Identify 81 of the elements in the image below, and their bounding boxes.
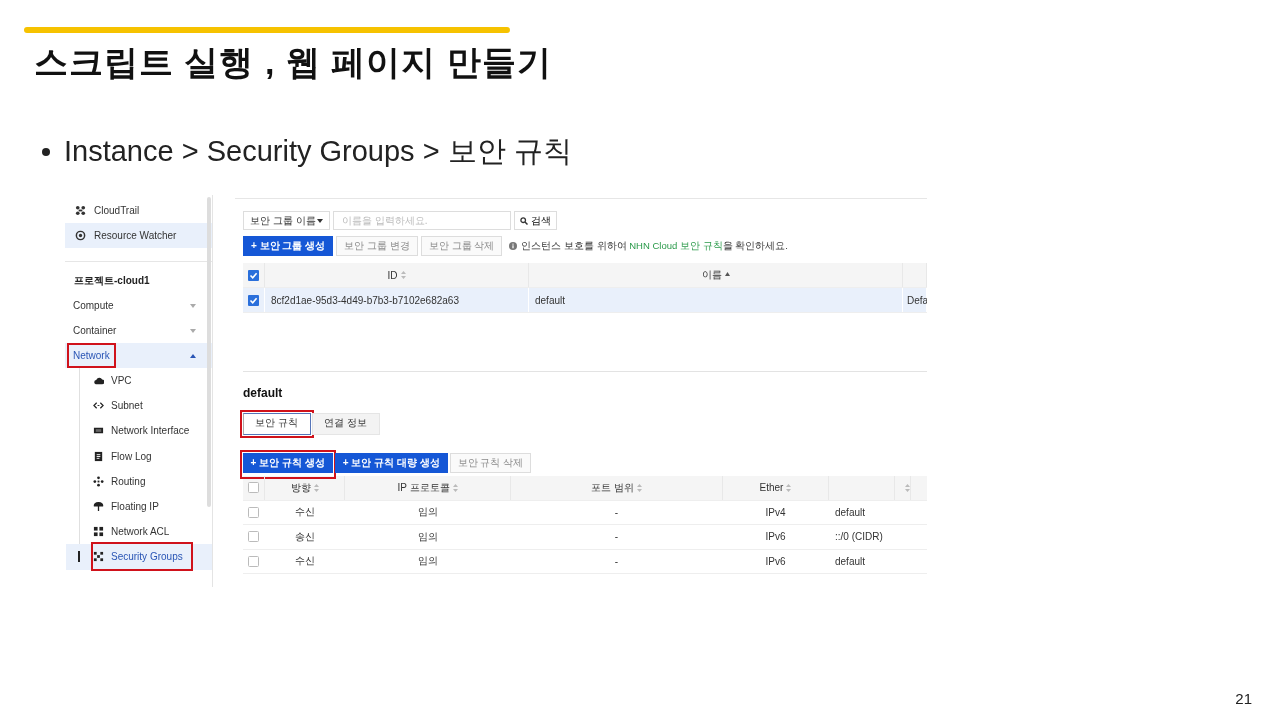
table-cell: 임의 bbox=[345, 500, 511, 524]
cloud-icon bbox=[93, 375, 104, 387]
column-header[interactable]: IP 프로토콜 bbox=[345, 476, 511, 500]
tab[interactable]: 보안 규칙 bbox=[242, 412, 311, 435]
checkbox[interactable] bbox=[248, 269, 259, 281]
sort-icon[interactable] bbox=[786, 483, 792, 492]
table-cell: 송신 bbox=[265, 525, 345, 549]
dropdown[interactable]: 보안 그룹 이름 bbox=[243, 211, 330, 230]
action-button[interactable]: + 보안 규칙 대량 생성 bbox=[334, 452, 448, 473]
project-name: 프로젝트-cloud1 bbox=[73, 273, 151, 288]
link[interactable]: NHN Cloud 보안 규칙 bbox=[629, 239, 723, 251]
checkbox[interactable] bbox=[248, 294, 259, 306]
action-button[interactable]: + 보안 규칙 생성 bbox=[242, 452, 333, 473]
submenu-item[interactable]: Security Groups bbox=[66, 544, 212, 570]
checkbox[interactable] bbox=[248, 531, 259, 543]
submenu-item[interactable]: Network Interface bbox=[66, 418, 212, 444]
table-cell: 임의 bbox=[345, 525, 511, 549]
bullet-text: Instance > Security Groups > 보안 규칙 bbox=[64, 134, 572, 169]
table-cell: - bbox=[511, 549, 723, 573]
caret-icon bbox=[317, 218, 323, 223]
table-cell: default bbox=[829, 500, 895, 524]
column-header[interactable]: 이름 bbox=[529, 263, 903, 287]
checkbox[interactable] bbox=[248, 506, 259, 518]
crossed-nodes-icon bbox=[75, 205, 86, 216]
sort-icon[interactable] bbox=[313, 483, 319, 492]
submenu-item[interactable]: VPC bbox=[66, 368, 212, 394]
table-cell: IPv4 bbox=[723, 500, 829, 524]
bullet-icon bbox=[42, 148, 50, 156]
table-cell: IPv6 bbox=[723, 525, 829, 549]
checkbox[interactable] bbox=[248, 482, 259, 494]
section-title: default bbox=[243, 386, 284, 400]
checkbox[interactable] bbox=[248, 555, 259, 567]
info-icon bbox=[509, 242, 518, 250]
routing-icon bbox=[93, 475, 104, 487]
sort-icon[interactable] bbox=[905, 483, 910, 492]
column-header[interactable]: 포트 범위 bbox=[511, 476, 723, 500]
submenu-item[interactable]: Flow Log bbox=[66, 443, 212, 469]
caret-icon bbox=[190, 328, 196, 333]
submenu-item[interactable]: Floating IP bbox=[66, 493, 212, 520]
table-cell: 수신 bbox=[265, 500, 345, 524]
notice-text: 인스턴스 보호를 위하여 NHN Cloud 보안 규칙 을 확인하세요. bbox=[521, 239, 788, 253]
menu-item[interactable]: Network bbox=[65, 343, 212, 368]
sort-icon[interactable] bbox=[400, 271, 406, 279]
menu-item[interactable]: Compute bbox=[65, 293, 212, 318]
menu-item[interactable]: Container bbox=[65, 318, 212, 343]
sidebar-item[interactable]: CloudTrail bbox=[65, 198, 212, 223]
sort-ascending-icon[interactable] bbox=[724, 271, 730, 279]
table-cell: default bbox=[829, 549, 895, 573]
table-cell: default bbox=[529, 288, 903, 312]
document-icon bbox=[93, 450, 104, 462]
submenu-item[interactable]: Network ACL bbox=[66, 519, 212, 545]
slide-title: 스크립트 실행 , 웹 페이지 만들기 bbox=[34, 42, 552, 83]
table-cell: - bbox=[511, 525, 723, 549]
sort-icon[interactable] bbox=[452, 483, 458, 492]
search-icon bbox=[520, 216, 528, 225]
search-field[interactable]: 이름을 입력하세요. bbox=[333, 211, 511, 230]
submenu-item[interactable]: Routing bbox=[66, 468, 212, 494]
tree-icon bbox=[93, 501, 104, 513]
sort-icon[interactable] bbox=[636, 483, 642, 492]
tab[interactable]: 연결 정보 bbox=[311, 412, 380, 435]
table-cell: IPv6 bbox=[723, 549, 829, 573]
table-cell: - bbox=[511, 500, 723, 524]
table-cell: 8cf2d1ae-95d3-4d49-b7b3-b7102e682a63 bbox=[265, 288, 529, 312]
highlight-box: Network bbox=[67, 343, 116, 368]
gear-icon bbox=[75, 230, 86, 241]
page-number: 21 bbox=[1235, 690, 1252, 707]
column-header[interactable]: 방향 bbox=[265, 476, 345, 500]
sidebar-item[interactable]: Resource Watcher bbox=[65, 223, 212, 248]
caret-icon bbox=[190, 353, 196, 358]
highlight-box: Security Groups bbox=[91, 542, 193, 572]
caret-icon bbox=[190, 303, 196, 308]
shield-grid-icon bbox=[93, 551, 104, 563]
search-button[interactable]: 검색 bbox=[514, 211, 557, 230]
table-cell: 수신 bbox=[265, 549, 345, 573]
grid-icon bbox=[93, 526, 104, 538]
submenu-item[interactable]: Subnet bbox=[66, 393, 212, 419]
table-cell: 임의 bbox=[345, 549, 511, 573]
column-header[interactable]: Ether bbox=[723, 476, 829, 500]
column-header[interactable]: ID bbox=[265, 263, 529, 287]
action-button[interactable]: + 보안 그룹 생성 bbox=[243, 236, 334, 256]
table-cell: ::/0 (CIDR) bbox=[829, 525, 895, 549]
